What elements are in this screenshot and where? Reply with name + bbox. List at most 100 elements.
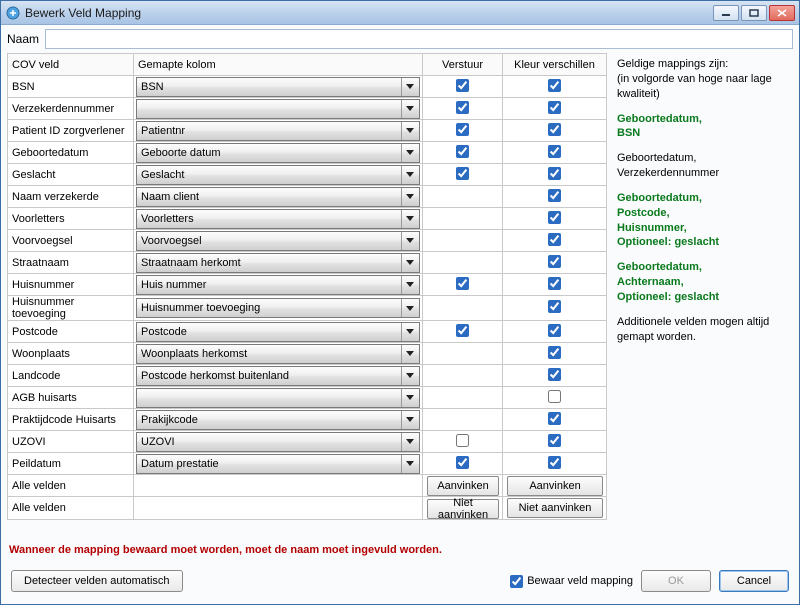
mapped-column-combo[interactable]	[136, 388, 420, 408]
cov-field-cell: Huisnummer	[8, 274, 134, 296]
table-row: WoonplaatsWoonplaats herkomst	[8, 343, 607, 365]
middle-area: COV veld Gemapte kolom Verstuur Kleur ve…	[7, 53, 793, 538]
cov-field-cell: Peildatum	[8, 453, 134, 475]
mapped-column-combo[interactable]: Geboorte datum	[136, 143, 420, 163]
mapped-column-combo[interactable]: Patientnr	[136, 121, 420, 141]
mapped-column-combo[interactable]: Huisnummer toevoeging	[136, 298, 420, 318]
header-verstuur: Verstuur	[423, 54, 503, 76]
combo-text: Voorvoegsel	[141, 235, 401, 247]
color-checkbox[interactable]	[548, 79, 561, 92]
color-checkbox[interactable]	[548, 211, 561, 224]
save-mapping-checkbox[interactable]	[510, 575, 523, 588]
footer-bar: Detecteer velden automatisch Bewaar veld…	[7, 566, 793, 598]
color-checkbox[interactable]	[548, 412, 561, 425]
combo-text: Postcode herkomst buitenland	[141, 370, 401, 382]
send-checkbox[interactable]	[456, 456, 469, 469]
chevron-down-icon	[401, 367, 417, 385]
cov-field-cell: Straatnaam	[8, 252, 134, 274]
minimize-button[interactable]	[713, 5, 739, 21]
combo-text: Straatnaam herkomt	[141, 257, 401, 269]
send-checkbox[interactable]	[456, 434, 469, 447]
save-mapping-row[interactable]: Bewaar veld mapping	[510, 575, 633, 588]
color-uncheck-all-button[interactable]: Niet aanvinken	[507, 498, 603, 518]
chevron-down-icon	[401, 433, 417, 451]
cov-field-cell: Naam verzekerde	[8, 186, 134, 208]
combo-text: Postcode	[141, 326, 401, 338]
header-kleur-verschillen: Kleur verschillen	[503, 54, 607, 76]
table-row: Verzekerdennummer	[8, 98, 607, 120]
send-checkbox[interactable]	[456, 324, 469, 337]
color-checkbox[interactable]	[548, 390, 561, 403]
name-input[interactable]	[45, 29, 793, 49]
color-checkbox[interactable]	[548, 145, 561, 158]
table-row: UZOVIUZOVI	[8, 431, 607, 453]
color-checkbox[interactable]	[548, 368, 561, 381]
mapped-column-combo[interactable]: Straatnaam herkomt	[136, 253, 420, 273]
cancel-button[interactable]: Cancel	[719, 570, 789, 592]
table-row: Patient ID zorgverlenerPatientnr	[8, 120, 607, 142]
send-checkbox[interactable]	[456, 145, 469, 158]
mapping-table-wrap: COV veld Gemapte kolom Verstuur Kleur ve…	[7, 53, 607, 538]
combo-text: Huis nummer	[141, 279, 401, 291]
window-title: Bewerk Veld Mapping	[25, 6, 713, 20]
send-checkbox[interactable]	[456, 101, 469, 114]
color-checkbox[interactable]	[548, 346, 561, 359]
chevron-down-icon	[401, 100, 417, 118]
titlebar: Bewerk Veld Mapping	[1, 1, 799, 25]
mapped-column-combo[interactable]	[136, 99, 420, 119]
table-row: PeildatumDatum prestatie	[8, 453, 607, 475]
color-checkbox[interactable]	[548, 189, 561, 202]
maximize-button[interactable]	[741, 5, 767, 21]
send-checkbox[interactable]	[456, 277, 469, 290]
mapped-column-combo[interactable]: Postcode	[136, 322, 420, 342]
mapped-column-combo[interactable]: Voorletters	[136, 209, 420, 229]
combo-text: Geboorte datum	[141, 147, 401, 159]
color-checkbox[interactable]	[548, 324, 561, 337]
detect-fields-button[interactable]: Detecteer velden automatisch	[11, 570, 183, 592]
combo-text: Naam client	[141, 191, 401, 203]
color-checkbox[interactable]	[548, 101, 561, 114]
color-checkbox[interactable]	[548, 123, 561, 136]
mapped-column-combo[interactable]: Woonplaats herkomst	[136, 344, 420, 364]
chevron-down-icon	[401, 455, 417, 473]
color-checkbox[interactable]	[548, 300, 561, 313]
send-checkbox[interactable]	[456, 167, 469, 180]
footer-label: Alle velden	[8, 475, 134, 497]
send-checkbox[interactable]	[456, 79, 469, 92]
combo-text: BSN	[141, 81, 401, 93]
chevron-down-icon	[401, 276, 417, 294]
table-row: Huisnummer Huis nummer	[8, 274, 607, 296]
ok-button[interactable]: OK	[641, 570, 711, 592]
close-button[interactable]	[769, 5, 795, 21]
client-area: Naam COV veld Gemapte kolom Verstuur Kle…	[1, 25, 799, 604]
mapped-column-combo[interactable]: Huis nummer	[136, 275, 420, 295]
color-checkbox[interactable]	[548, 167, 561, 180]
mapped-column-combo[interactable]: BSN	[136, 77, 420, 97]
color-checkbox[interactable]	[548, 434, 561, 447]
color-checkbox[interactable]	[548, 233, 561, 246]
mapped-column-combo[interactable]: Postcode herkomst buitenland	[136, 366, 420, 386]
table-footer-uncheck-row: Alle velden Niet aanvinken Niet aanvinke…	[8, 497, 607, 520]
save-mapping-label: Bewaar veld mapping	[527, 575, 633, 587]
chevron-down-icon	[401, 345, 417, 363]
color-checkbox[interactable]	[548, 255, 561, 268]
send-check-all-button[interactable]: Aanvinken	[427, 476, 499, 496]
mapped-column-combo[interactable]: Geslacht	[136, 165, 420, 185]
send-uncheck-all-button[interactable]: Niet aanvinken	[427, 499, 499, 519]
name-row: Naam	[7, 29, 793, 49]
cov-field-cell: Landcode	[8, 365, 134, 387]
mapped-column-combo[interactable]: Datum prestatie	[136, 454, 420, 474]
send-checkbox[interactable]	[456, 123, 469, 136]
mapped-column-combo[interactable]: Prakijkcode	[136, 410, 420, 430]
footer-label-2: Alle velden	[8, 497, 134, 520]
color-checkbox[interactable]	[548, 456, 561, 469]
mapped-column-combo[interactable]: Voorvoegsel	[136, 231, 420, 251]
warning-text: Wanneer de mapping bewaard moet worden, …	[7, 538, 793, 566]
chevron-down-icon	[401, 122, 417, 140]
cov-field-cell: Voorvoegsel	[8, 230, 134, 252]
color-checkbox[interactable]	[548, 277, 561, 290]
color-check-all-button[interactable]: Aanvinken	[507, 476, 603, 496]
mapped-column-combo[interactable]: UZOVI	[136, 432, 420, 452]
mapped-column-combo[interactable]: Naam client	[136, 187, 420, 207]
cov-field-cell: Woonplaats	[8, 343, 134, 365]
